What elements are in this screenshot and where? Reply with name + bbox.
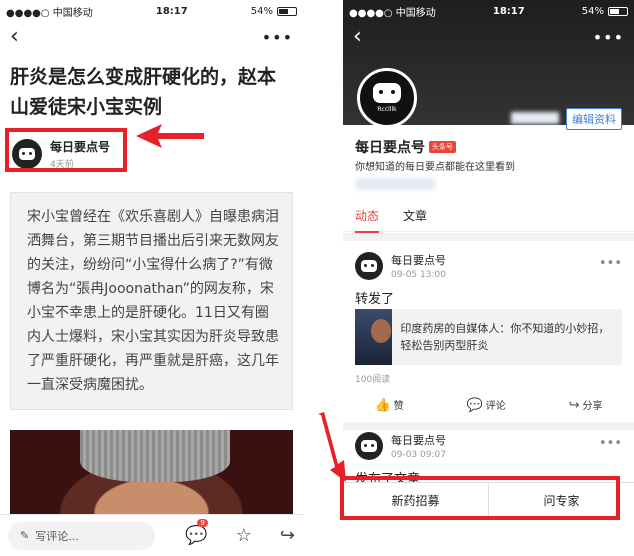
post-author: 每日要点号 [391,434,446,447]
read-count: 100阅读 [355,375,391,385]
arrow-icon [318,412,346,482]
post-more-icon[interactable]: ••• [599,436,622,451]
thumb-up-icon: 👍 [374,398,391,413]
clock: 18:17 [492,5,525,17]
pencil-icon: ✎ [20,529,30,542]
highlight-box-buttons [340,476,620,520]
profile-name: 每日要点号 头条号 [355,137,456,157]
tab-articles[interactable]: 文章 [403,207,427,224]
edit-profile-button[interactable]: 编辑资料 [566,108,622,130]
status-bar: ●●●●○ 中国移动 18:17 54% [0,0,303,22]
post-actions: 👍 赞 💬 评论 ↪ 分享 [343,394,634,416]
profile-description: 你想知道的每日要点都能在这里看到 [355,162,515,173]
post-more-icon[interactable]: ••• [599,256,622,271]
bottom-bar: ✎ 写评论... 💬 9 ☆ ↪ [0,514,303,556]
profile-tabs: 动态 文章 [343,200,634,233]
battery-icon [276,6,297,16]
star-icon[interactable]: ☆ [236,525,252,546]
back-icon[interactable]: ‹ [353,26,362,48]
divider [343,233,634,241]
avatar [355,252,383,280]
share-button[interactable]: ↪ 分享 [569,397,603,413]
battery-percent: 54% [250,5,273,17]
post-time: 09-03 09:07 [391,450,446,460]
more-icon[interactable]: ••• [593,28,624,47]
like-label: 赞 [393,401,404,412]
more-icon[interactable]: ••• [262,28,293,47]
post-text: 转发了 [355,292,395,307]
share-label: 分享 [582,401,603,412]
status-right: 54% [582,6,628,17]
status-bar: ●●●●○ 中国移动 18:17 54% [343,0,634,22]
article-screen: ●●●●○ 中国移动 18:17 54% ‹ ••• 肝炎是怎么变成肝硬化的，赵… [0,0,303,556]
back-icon[interactable]: ‹ [10,26,19,48]
comment-label: 评论 [485,401,506,412]
status-right: 54% [251,6,297,17]
carrier-label: ●●●●○ 中国移动 [349,7,436,19]
profile-avatar[interactable]: Rcclllk [357,68,417,128]
profile-name-text: 每日要点号 [355,140,425,156]
toutiao-badge: 头条号 [429,141,456,153]
comment-input[interactable]: ✎ 写评论... [8,521,156,550]
share-icon[interactable]: ↪ [280,525,295,546]
comment-icon[interactable]: 💬 [185,525,207,546]
comment-button[interactable]: 💬 评论 [467,397,506,413]
post-meta: 每日要点号 09-05 13:00 [391,252,446,280]
share-icon: ↪ [568,398,580,413]
comment-count-badge: 9 [197,519,208,527]
arrow-icon [136,124,204,148]
article-title: 肝炎是怎么变成肝硬化的，赵本山爱徒宋小宝实例 [10,66,277,118]
blurred-info [355,178,435,190]
tab-dynamic[interactable]: 动态 [355,200,380,233]
comment-icon: 💬 [466,398,483,413]
battery-percent: 54% [581,5,604,17]
avatar-label: Rcclllk [377,106,397,113]
post-meta: 每日要点号 09-03 09:07 [391,432,446,460]
comment-placeholder: 写评论... [35,529,79,543]
profile-screen: ●●●●○ 中国移动 18:17 54% ‹ ••• Rcclllk 编辑资料 … [343,0,634,556]
battery-icon [607,6,628,16]
shared-article-card[interactable]: 印度药房的自媒体人：你不知道的小妙招，轻松告别丙型肝炎 [355,309,622,365]
carrier-label: ●●●●○ 中国移动 [6,7,93,19]
highlight-box-author [5,128,127,172]
nav-bar: ‹ ••• [0,22,303,52]
bottom-icons: 💬 9 ☆ ↪ [185,519,295,546]
shared-article-thumbnail [355,309,393,365]
blurred-stats [511,112,559,124]
post-header[interactable]: 每日要点号 09-03 09:07 [355,432,446,460]
post-header[interactable]: 每日要点号 09-05 13:00 [355,252,446,280]
shared-article-title: 印度药房的自媒体人：你不知道的小妙招，轻松告别丙型肝炎 [400,322,610,352]
divider [343,422,634,430]
nav-bar: ‹ ••• [343,22,634,52]
post-author: 每日要点号 [391,254,446,267]
avatar [355,432,383,460]
like-button[interactable]: 👍 赞 [374,397,403,413]
post-time: 09-05 13:00 [391,270,446,280]
clock: 18:17 [155,5,188,17]
article-quote: 宋小宝曾经在《欢乐喜剧人》自曝患病泪洒舞台，第三期节目播出后引来无数网友的关注，… [10,192,293,410]
